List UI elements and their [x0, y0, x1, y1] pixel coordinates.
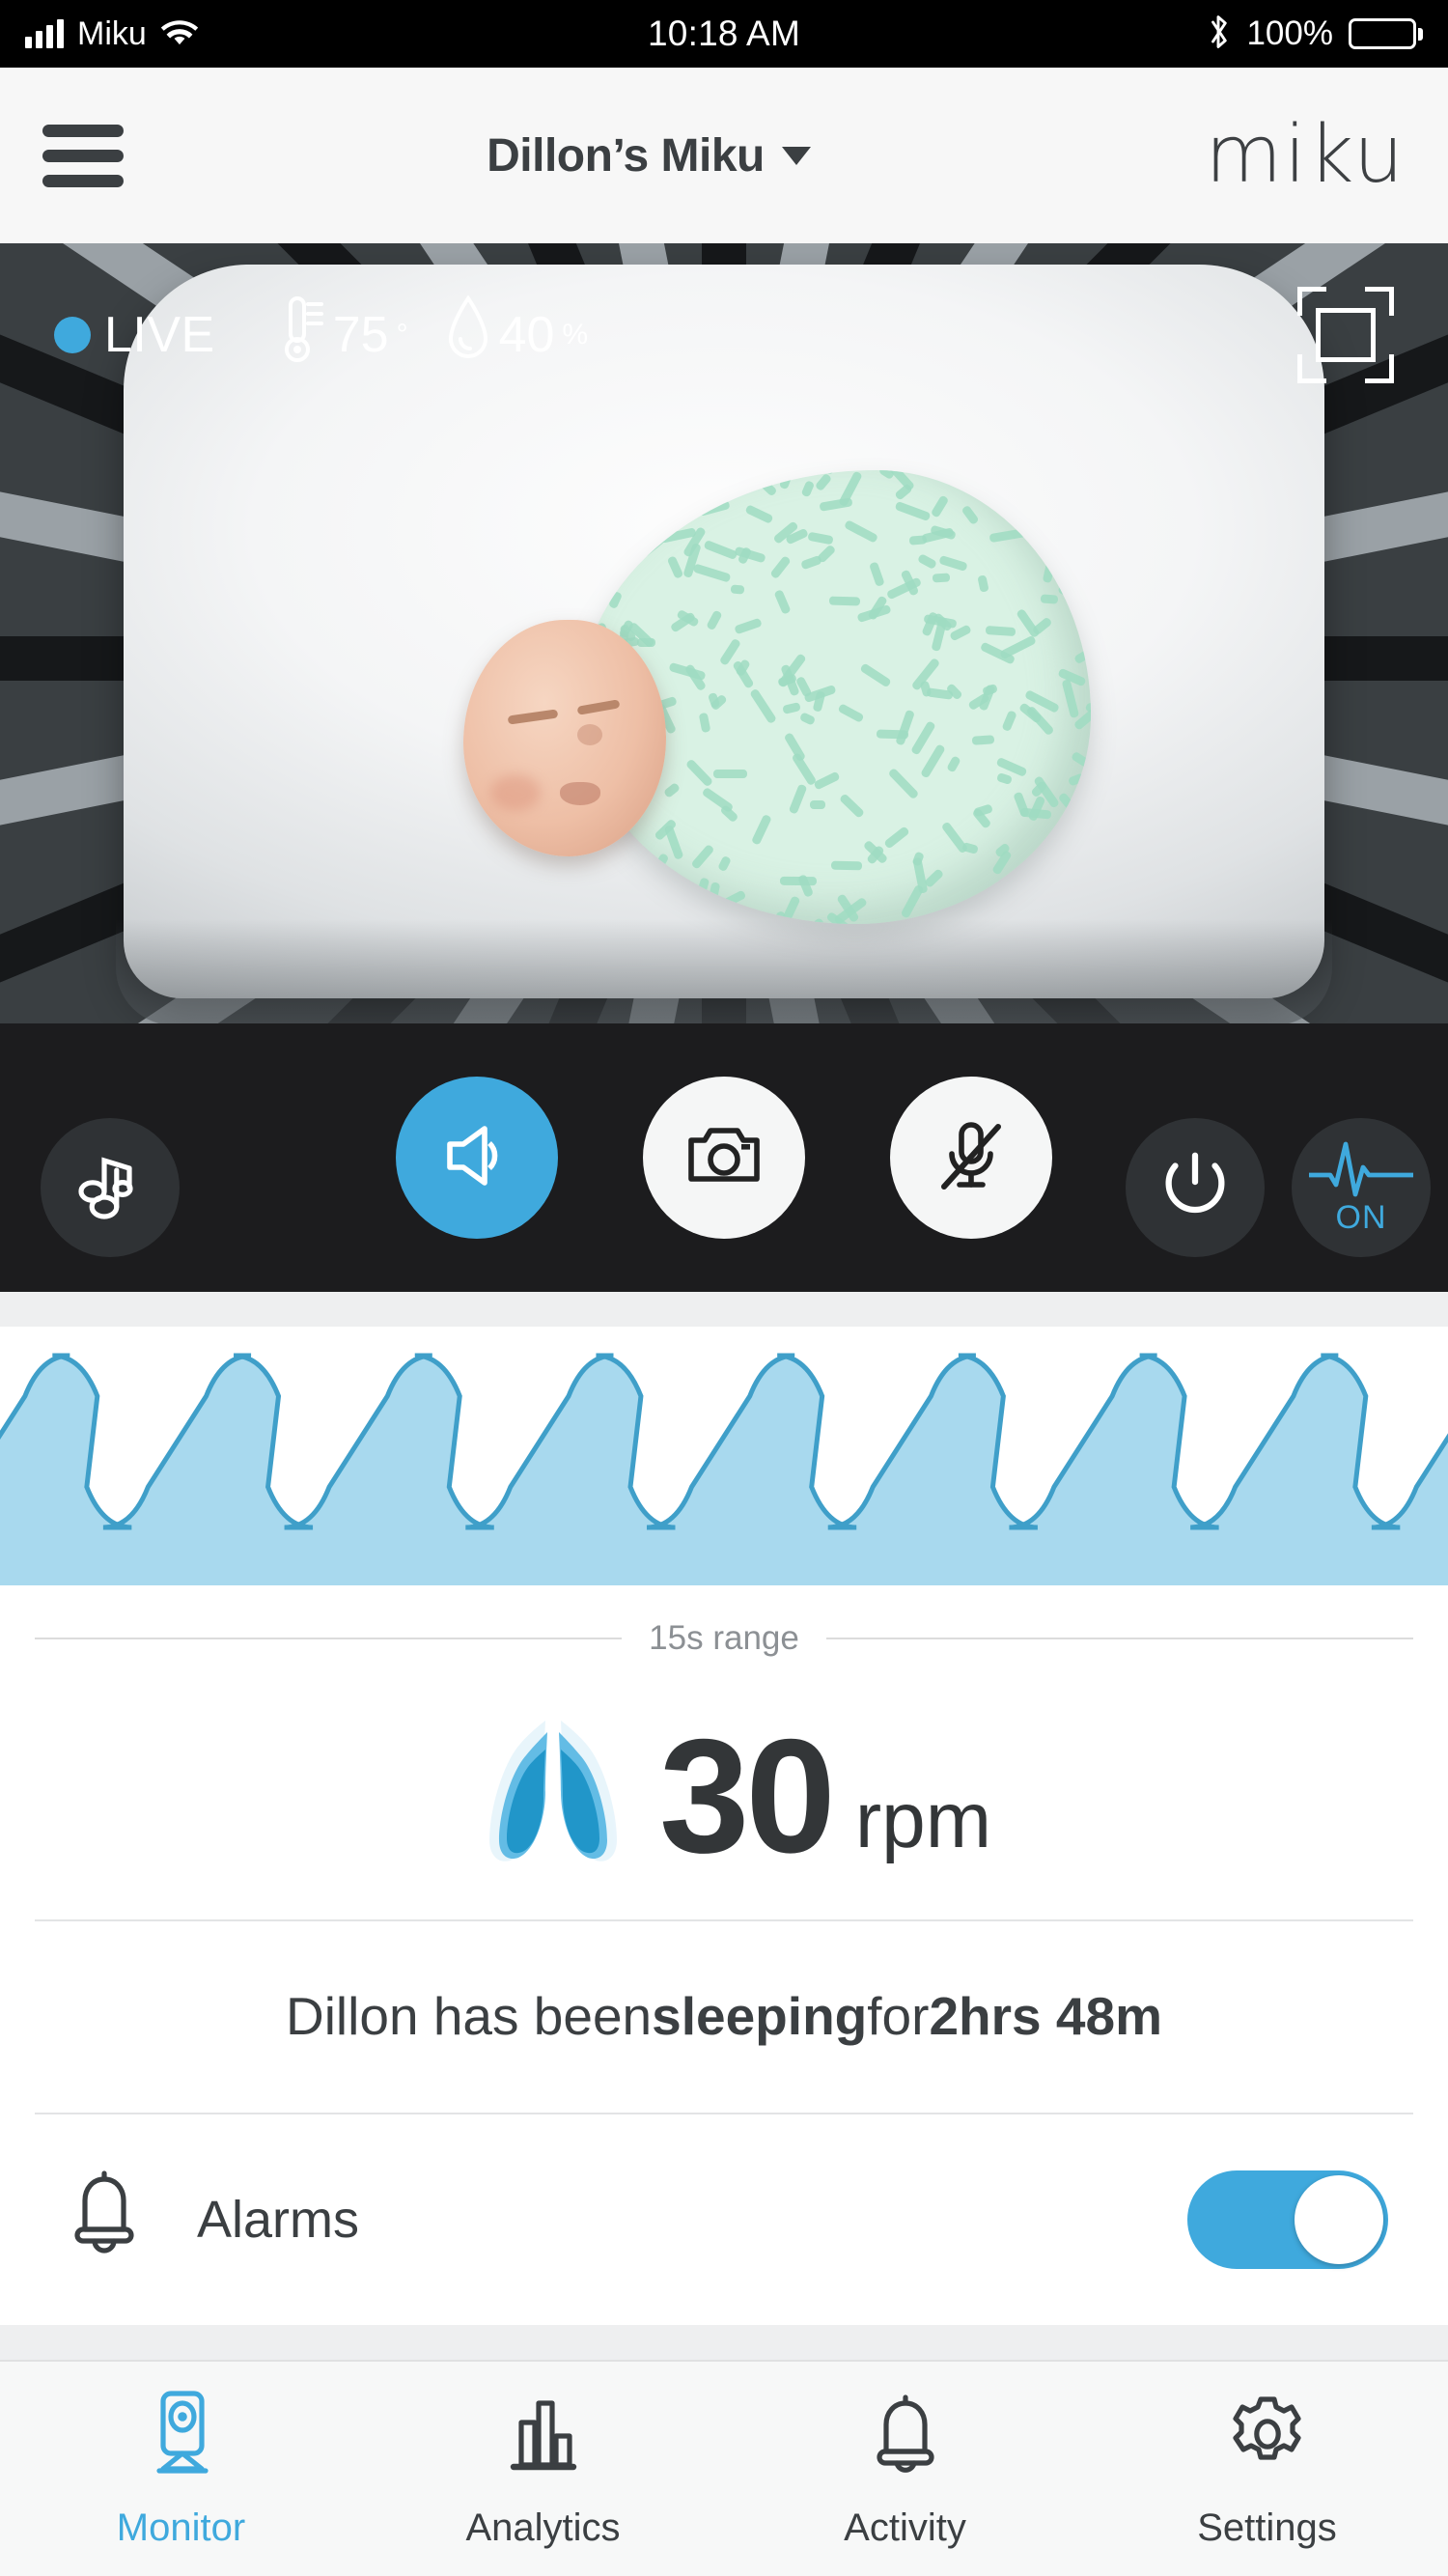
- tab-analytics[interactable]: Analytics: [362, 2388, 724, 2550]
- status-bar-left: Miku: [25, 15, 648, 53]
- battery-percent-label: 100%: [1246, 14, 1333, 53]
- wifi-icon: [160, 16, 199, 52]
- status-bar-right: 100%: [800, 13, 1423, 56]
- range-rule-right: [826, 1638, 1413, 1639]
- sleep-status-middle: for: [867, 1985, 929, 2047]
- speaker-button[interactable]: [396, 1077, 558, 1239]
- range-rule-left: [35, 1638, 622, 1639]
- battery-icon: [1349, 18, 1423, 49]
- tab-label: Activity: [844, 2506, 966, 2550]
- baby: [454, 461, 1091, 943]
- sleep-status-prefix: Dillon has been: [286, 1985, 652, 2047]
- live-video-panel[interactable]: LIVE 75 ° 40% ON: [0, 243, 1448, 1292]
- temperature-unit: °: [397, 319, 408, 351]
- section-separator: [0, 1292, 1448, 1327]
- temperature-readout: 75 °: [275, 293, 408, 378]
- alarms-label: Alarms: [197, 2190, 359, 2250]
- bar-chart-icon: [502, 2388, 585, 2489]
- pulse-waveform-icon: [1309, 1138, 1413, 1205]
- breathing-waveform-svg: [0, 1327, 1448, 1585]
- fullscreen-expand-icon[interactable]: [1297, 287, 1394, 383]
- camera-device-icon: [140, 2388, 223, 2489]
- rpm-unit: rpm: [855, 1776, 991, 1866]
- tab-label: Analytics: [465, 2506, 620, 2550]
- tabbar-gap: [0, 2325, 1448, 2360]
- toggle-knob: [1295, 2175, 1383, 2264]
- thermometer-icon: [275, 293, 325, 378]
- vitals-state-label: ON: [1336, 1199, 1387, 1237]
- chevron-down-icon: [782, 147, 811, 165]
- vitals-button[interactable]: ON: [1292, 1118, 1431, 1257]
- bottom-tab-bar: Monitor Analytics Activity Settings: [0, 2360, 1448, 2576]
- water-drop-icon: [445, 294, 491, 377]
- brand-logo: miku: [1174, 122, 1406, 189]
- music-button[interactable]: [41, 1118, 180, 1257]
- bell-icon: [864, 2388, 947, 2489]
- clock: 10:18 AM: [648, 14, 800, 54]
- page-title: Dillon’s Miku: [487, 129, 765, 182]
- temperature-value: 75: [333, 306, 389, 364]
- device-selector[interactable]: Dillon’s Miku: [124, 129, 1174, 182]
- baby-head: [463, 620, 666, 856]
- lungs-icon: [457, 1697, 650, 1895]
- camera-icon: [683, 1115, 765, 1201]
- tab-settings[interactable]: Settings: [1086, 2388, 1448, 2550]
- respiration-rate-row: 30 rpm: [0, 1680, 1448, 1912]
- live-dot-icon: [54, 317, 91, 353]
- power-button[interactable]: [1126, 1118, 1265, 1257]
- bell-icon: [60, 2168, 149, 2273]
- alarms-toggle[interactable]: [1187, 2170, 1388, 2269]
- range-label: 15s range: [649, 1619, 799, 1658]
- camera-button[interactable]: [643, 1077, 805, 1239]
- music-notes-icon: [70, 1145, 151, 1231]
- microphone-muted-icon: [931, 1115, 1012, 1201]
- gear-icon: [1226, 2388, 1309, 2489]
- humidity-unit: %: [562, 319, 588, 351]
- video-status-overlay: LIVE 75 ° 40%: [0, 243, 1448, 427]
- humidity-value: 40: [499, 306, 555, 364]
- carrier-label: Miku: [77, 15, 147, 53]
- hamburger-menu-icon[interactable]: [42, 125, 124, 187]
- sleep-status-duration: 2hrs 48m: [929, 1985, 1162, 2047]
- breathing-waveform-chart: [0, 1327, 1448, 1585]
- range-label-row: 15s range: [0, 1585, 1448, 1692]
- tab-activity[interactable]: Activity: [724, 2388, 1086, 2550]
- tab-monitor[interactable]: Monitor: [0, 2388, 362, 2550]
- power-icon: [1154, 1144, 1237, 1232]
- tab-label: Monitor: [117, 2506, 245, 2550]
- sleep-status-text: Dillon has been sleeping for 2hrs 48m: [0, 1919, 1448, 2113]
- app-header: Dillon’s Miku miku: [0, 68, 1448, 243]
- rpm-value: 30: [659, 1715, 832, 1877]
- bluetooth-icon: [1206, 13, 1231, 56]
- alarms-row[interactable]: Alarms: [0, 2114, 1448, 2325]
- humidity-readout: 40%: [445, 294, 589, 377]
- status-bar: Miku 10:18 AM 100%: [0, 0, 1448, 68]
- live-label: LIVE: [104, 306, 215, 364]
- signal-bars-icon: [25, 19, 64, 48]
- live-indicator: LIVE: [54, 306, 215, 364]
- sleep-status-state: sleeping: [652, 1985, 867, 2047]
- mic-mute-button[interactable]: [890, 1077, 1052, 1239]
- tab-label: Settings: [1197, 2506, 1337, 2550]
- speaker-icon: [436, 1115, 517, 1201]
